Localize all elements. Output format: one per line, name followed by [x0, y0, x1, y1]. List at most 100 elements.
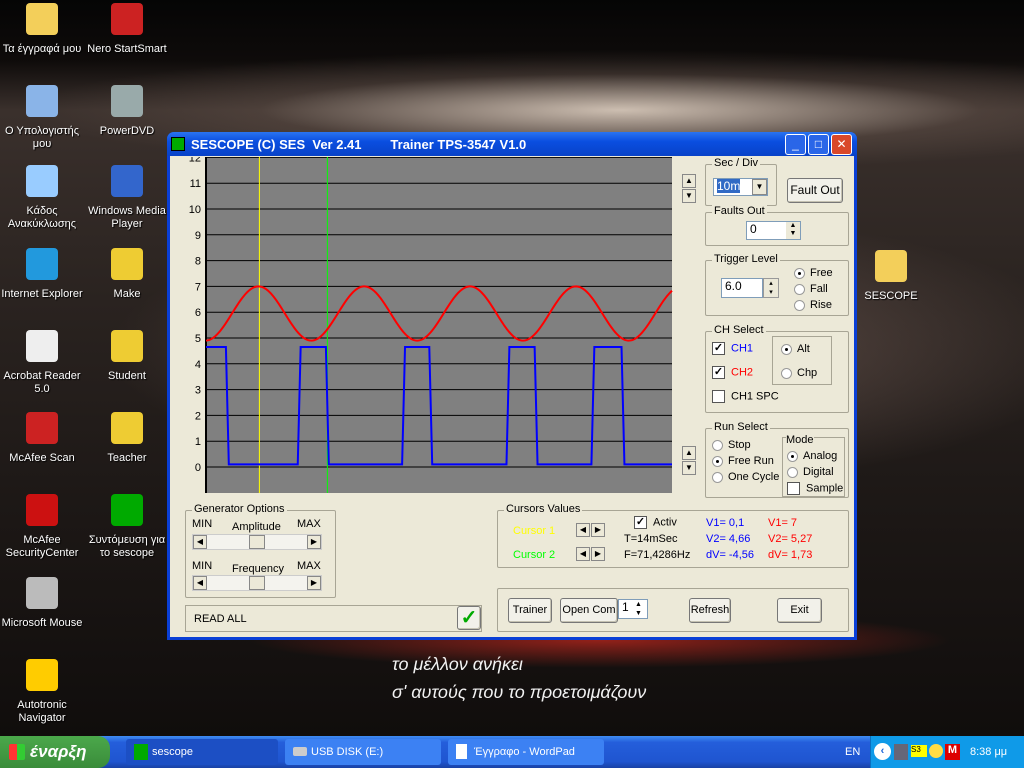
trigger-level-input[interactable]: 6.0: [721, 278, 763, 298]
desktop-icon[interactable]: Microsoft Mouse: [0, 577, 84, 630]
frequency-slider[interactable]: ◀ ▶: [192, 575, 322, 591]
desktop-icon-label: Τα έγγραφά μου: [2, 43, 82, 55]
desktop-icon[interactable]: Κάδος Ανακύκλωσης: [0, 165, 84, 231]
chevron-down-icon[interactable]: ▼: [752, 179, 767, 195]
desktop-icon-label: Κάδος Ανακύκλωσης: [7, 205, 77, 230]
free-run-radio[interactable]: Free Run: [712, 455, 774, 467]
slider-thumb[interactable]: [249, 535, 265, 549]
maximize-button[interactable]: □: [808, 134, 829, 155]
faults-out-value: 0: [750, 222, 757, 236]
start-button[interactable]: έναρξη: [0, 736, 110, 768]
title-bar[interactable]: SESCOPE (C) SES Ver 2.41 Trainer TPS-354…: [167, 132, 857, 156]
ch2-checkbox[interactable]: ✓ CH2: [712, 366, 753, 379]
fault-out-button[interactable]: Fault Out: [787, 178, 843, 203]
com-port-spinner[interactable]: 1 ▲ ▼: [618, 599, 648, 619]
trigger-free-radio[interactable]: Free: [794, 267, 833, 279]
analog-radio[interactable]: Analog: [787, 450, 837, 462]
activ-checkbox[interactable]: ✓ Activ: [634, 516, 677, 529]
desktop-icon[interactable]: Teacher: [85, 412, 169, 465]
one-cycle-radio[interactable]: One Cycle: [712, 471, 779, 483]
y-tick-label: 8: [195, 256, 201, 268]
label: Activ: [653, 516, 677, 529]
desktop-icon[interactable]: SESCOPE: [849, 250, 933, 303]
media-player-icon: [111, 165, 143, 197]
desktop-icon[interactable]: McAfee SecurityCenter: [0, 494, 84, 560]
check-icon[interactable]: ✓: [457, 606, 481, 630]
status-text: READ ALL: [194, 613, 247, 625]
task-sescope[interactable]: sescope: [126, 739, 278, 765]
label: CH1: [731, 342, 754, 355]
stop-radio[interactable]: Stop: [712, 439, 751, 451]
desktop-icon[interactable]: Ο Υπολογιστής μου: [0, 85, 84, 151]
s3-icon[interactable]: S3: [911, 745, 927, 757]
ch1-checkbox[interactable]: ✓ CH1: [712, 342, 753, 355]
desktop-icon[interactable]: PowerDVD: [85, 85, 169, 138]
ch-scroll-up[interactable]: ▲: [682, 174, 696, 188]
amplitude-slider[interactable]: ◀ ▶: [192, 534, 322, 550]
ch-select-label: CH Select: [712, 324, 766, 336]
desktop-icon[interactable]: Τα έγγραφά μου: [0, 3, 84, 56]
ch1-spc-checkbox[interactable]: CH1 SPC: [712, 390, 779, 403]
status-bar: READ ALL: [185, 605, 482, 632]
exit-button[interactable]: Exit: [777, 598, 822, 623]
desktop-icon[interactable]: Student: [85, 330, 169, 383]
trainer-button[interactable]: Trainer: [508, 598, 552, 623]
cursor2-right-button[interactable]: ▶: [591, 547, 605, 561]
y-tick-label: 4: [195, 359, 201, 371]
chp-radio[interactable]: Chp: [781, 367, 817, 379]
sample-checkbox[interactable]: Sample: [787, 482, 843, 495]
label: Sample: [806, 482, 844, 495]
clock[interactable]: 8:38 μμ: [970, 746, 1007, 758]
cursor1-left-button[interactable]: ◀: [576, 523, 590, 537]
nero-icon: [111, 3, 143, 35]
sec-div-select[interactable]: 10m ▼: [713, 178, 768, 196]
desktop-icon[interactable]: Acrobat Reader 5.0: [0, 330, 84, 396]
trigger-level-label: Trigger Level: [712, 253, 780, 265]
frequency-max-label: MAX: [297, 560, 321, 572]
ch2-scroll-down[interactable]: ▼: [682, 461, 696, 475]
sec-div-group: Sec / Div 10m ▼: [705, 157, 777, 206]
task-usb-disk[interactable]: USB DISK (E:): [285, 739, 441, 765]
label: Chp: [797, 367, 818, 379]
desktop-icon-label: Autotronic Navigator: [17, 699, 67, 724]
digital-radio[interactable]: Digital: [787, 466, 834, 478]
mcafee-tray-icon[interactable]: M: [945, 744, 960, 760]
radio-selected-icon: [781, 343, 792, 355]
desktop-icon[interactable]: Internet Explorer: [0, 248, 84, 301]
trigger-fall-radio[interactable]: Fall: [794, 283, 828, 295]
minimize-button[interactable]: _: [785, 134, 806, 155]
sescope-window: SESCOPE (C) SES Ver 2.41 Trainer TPS-354…: [167, 132, 857, 640]
faults-out-spinner[interactable]: ▲ ▼: [786, 222, 800, 239]
refresh-button[interactable]: Refresh: [689, 598, 731, 623]
alt-radio[interactable]: Alt: [781, 343, 810, 355]
desktop-icon[interactable]: Συντόμευση για το sescope: [85, 494, 169, 560]
trigger-level-spinner[interactable]: ▴ ▾: [763, 278, 779, 298]
desktop-icon[interactable]: Autotronic Navigator: [0, 659, 84, 725]
ch2-scroll-up[interactable]: ▲: [682, 446, 696, 460]
spinner-arrows-icon[interactable]: ▲ ▼: [635, 600, 647, 618]
radio-selected-icon: [712, 455, 723, 467]
desktop-icon[interactable]: Nero StartSmart: [85, 3, 169, 56]
ch-scroll-down[interactable]: ▼: [682, 189, 696, 203]
desktop-icon[interactable]: Make: [85, 248, 169, 301]
y-tick-label: 10: [189, 204, 201, 216]
tray-app-icon[interactable]: [929, 744, 943, 758]
language-indicator[interactable]: EN: [845, 746, 860, 758]
radio-icon: [794, 299, 805, 311]
desktop-icon[interactable]: Windows Media Player: [85, 165, 169, 231]
open-com-button[interactable]: Open Com: [560, 598, 618, 623]
label: Free: [810, 267, 833, 279]
task-wordpad[interactable]: Έγγραφο - WordPad: [448, 739, 604, 765]
ch-mode-group: Alt Chp: [772, 336, 832, 385]
cursor1-right-button[interactable]: ▶: [591, 523, 605, 537]
cursor2-left-button[interactable]: ◀: [576, 547, 590, 561]
close-button[interactable]: ✕: [831, 134, 852, 155]
faults-out-input[interactable]: 0 ▲ ▼: [746, 221, 801, 240]
desktop-icon[interactable]: McAfee Scan: [0, 412, 84, 465]
ch1-v1: V1= 0,1: [706, 517, 745, 529]
slider-thumb[interactable]: [249, 576, 265, 590]
network-icon[interactable]: [894, 744, 908, 760]
trigger-rise-radio[interactable]: Rise: [794, 299, 832, 311]
chevron-left-icon[interactable]: ‹: [874, 743, 891, 760]
radio-icon: [794, 283, 805, 295]
